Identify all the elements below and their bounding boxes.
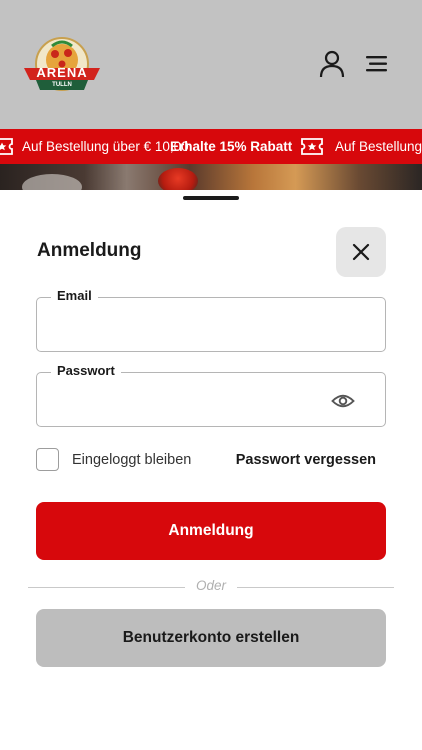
promo-banner: Auf Bestellung über € 10,00 Erhalte 15% … <box>0 129 422 164</box>
ticket-star-icon <box>301 138 323 155</box>
close-button[interactable] <box>336 227 386 277</box>
logo-text: ARENA <box>36 65 88 80</box>
login-title: Anmeldung <box>37 240 142 261</box>
forgot-password-link[interactable]: Passwort vergessen <box>236 452 376 468</box>
password-label: Passwort <box>51 363 121 378</box>
password-input[interactable] <box>51 389 331 411</box>
register-button[interactable]: Benutzerkonto erstellen <box>36 609 386 667</box>
divider-text: Oder <box>195 578 226 593</box>
ticket-star-icon <box>0 138 13 155</box>
arena-logo[interactable]: ARENA TULLN <box>22 34 102 96</box>
remember-label: Eingeloggt bleiben <box>72 452 192 468</box>
promo-text-bold: Erhalte 15% Rabatt <box>170 139 293 154</box>
food-photo <box>0 164 422 192</box>
user-icon[interactable] <box>318 50 346 78</box>
login-sheet: Anmeldung Email Passwort Eingeloggt blei… <box>0 190 422 750</box>
password-field[interactable]: Passwort <box>36 363 386 427</box>
photo-sauce <box>158 168 198 192</box>
sheet-handle[interactable] <box>183 196 239 200</box>
email-field[interactable]: Email <box>36 288 386 352</box>
promo-text: Auf Bestellung <box>335 139 422 154</box>
email-input[interactable] <box>51 314 331 336</box>
close-icon <box>352 243 370 261</box>
remember-checkbox[interactable] <box>36 448 59 471</box>
email-label: Email <box>51 288 98 303</box>
eye-icon[interactable] <box>331 392 355 410</box>
logo-subtext: TULLN <box>52 82 72 88</box>
menu-icon[interactable] <box>364 54 390 74</box>
login-button[interactable]: Anmeldung <box>36 502 386 560</box>
divider-line <box>237 587 394 588</box>
header: ARENA TULLN <box>0 0 422 130</box>
promo-text: Auf Bestellung über € 10,00 <box>22 139 189 154</box>
